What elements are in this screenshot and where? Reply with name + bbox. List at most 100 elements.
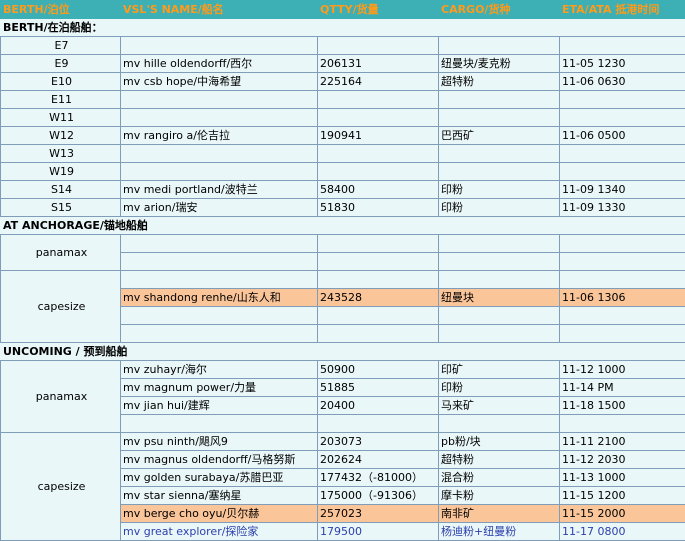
- eta-cell[interactable]: 11-14 PM: [560, 379, 685, 397]
- eta-cell[interactable]: [560, 145, 685, 163]
- qty-cell[interactable]: 179500: [318, 523, 439, 541]
- cargo-cell[interactable]: 南非矿: [439, 505, 560, 523]
- header-vessel[interactable]: VSL'S NAME/船名: [121, 1, 318, 19]
- group-label-panamax[interactable]: panamax: [1, 235, 121, 271]
- vessel-cell[interactable]: [121, 415, 318, 433]
- cargo-cell[interactable]: [439, 91, 560, 109]
- cargo-cell[interactable]: 马来矿: [439, 397, 560, 415]
- vessel-cell[interactable]: [121, 325, 318, 343]
- cargo-cell[interactable]: 印粉: [439, 181, 560, 199]
- qty-cell[interactable]: [318, 271, 439, 289]
- vessel-cell[interactable]: mv medi portland/波特兰: [121, 181, 318, 199]
- qty-cell[interactable]: 257023: [318, 505, 439, 523]
- qty-cell[interactable]: [318, 415, 439, 433]
- qty-cell[interactable]: [318, 235, 439, 253]
- qty-cell[interactable]: 51885: [318, 379, 439, 397]
- cargo-cell[interactable]: [439, 253, 560, 271]
- cargo-cell[interactable]: [439, 325, 560, 343]
- cargo-cell[interactable]: 混合粉: [439, 469, 560, 487]
- vessel-cell[interactable]: mv rangiro a/伦吉拉: [121, 127, 318, 145]
- eta-cell[interactable]: [560, 307, 685, 325]
- eta-cell[interactable]: [560, 163, 685, 181]
- vessel-cell[interactable]: mv jian hui/建辉: [121, 397, 318, 415]
- berth-cell[interactable]: S15: [1, 199, 121, 217]
- qty-cell[interactable]: 206131: [318, 55, 439, 73]
- qty-cell[interactable]: [318, 91, 439, 109]
- qty-cell[interactable]: 203073: [318, 433, 439, 451]
- eta-cell[interactable]: [560, 271, 685, 289]
- vessel-cell[interactable]: [121, 37, 318, 55]
- cargo-cell[interactable]: [439, 415, 560, 433]
- vessel-cell[interactable]: [121, 109, 318, 127]
- cargo-cell[interactable]: 纽曼块/麦克粉: [439, 55, 560, 73]
- eta-cell[interactable]: [560, 253, 685, 271]
- berth-cell[interactable]: W13: [1, 145, 121, 163]
- vessel-cell[interactable]: [121, 253, 318, 271]
- qty-cell[interactable]: [318, 37, 439, 55]
- cargo-cell[interactable]: [439, 235, 560, 253]
- eta-cell[interactable]: [560, 415, 685, 433]
- vessel-cell[interactable]: [121, 163, 318, 181]
- eta-cell[interactable]: 11-11 2100: [560, 433, 685, 451]
- cargo-cell[interactable]: 超特粉: [439, 73, 560, 91]
- eta-cell[interactable]: [560, 37, 685, 55]
- eta-cell[interactable]: 11-15 2000: [560, 505, 685, 523]
- cargo-cell[interactable]: [439, 109, 560, 127]
- eta-cell[interactable]: 11-05 1230: [560, 55, 685, 73]
- qty-cell[interactable]: [318, 163, 439, 181]
- qty-cell[interactable]: 50900: [318, 361, 439, 379]
- vessel-cell[interactable]: mv magnum power/力量: [121, 379, 318, 397]
- group-label-capesize[interactable]: capesize: [1, 433, 121, 541]
- eta-cell[interactable]: 11-06 0630: [560, 73, 685, 91]
- berth-cell[interactable]: W19: [1, 163, 121, 181]
- header-qty[interactable]: QTTY/货量: [318, 1, 439, 19]
- eta-cell[interactable]: 11-12 1000: [560, 361, 685, 379]
- qty-cell[interactable]: 58400: [318, 181, 439, 199]
- eta-cell[interactable]: 11-09 1340: [560, 181, 685, 199]
- qty-cell[interactable]: 20400: [318, 397, 439, 415]
- cargo-cell[interactable]: [439, 145, 560, 163]
- vessel-cell[interactable]: [121, 235, 318, 253]
- cargo-cell[interactable]: [439, 163, 560, 181]
- vessel-cell[interactable]: mv golden surabaya/苏腊巴亚: [121, 469, 318, 487]
- eta-cell[interactable]: 11-18 1500: [560, 397, 685, 415]
- qty-cell[interactable]: 175000（-91306）: [318, 487, 439, 505]
- eta-cell[interactable]: 11-09 1330: [560, 199, 685, 217]
- qty-cell[interactable]: [318, 145, 439, 163]
- berth-cell[interactable]: E9: [1, 55, 121, 73]
- vessel-cell[interactable]: mv hille oldendorff/西尔: [121, 55, 318, 73]
- cargo-cell[interactable]: 印粉: [439, 379, 560, 397]
- berth-cell[interactable]: E7: [1, 37, 121, 55]
- eta-cell[interactable]: [560, 235, 685, 253]
- qty-cell[interactable]: [318, 253, 439, 271]
- berth-cell[interactable]: W12: [1, 127, 121, 145]
- berth-cell[interactable]: E11: [1, 91, 121, 109]
- vessel-cell[interactable]: mv zuhayr/海尔: [121, 361, 318, 379]
- qty-cell[interactable]: 190941: [318, 127, 439, 145]
- cargo-cell[interactable]: 摩卡粉: [439, 487, 560, 505]
- header-eta[interactable]: ETA/ATA 抵港时间: [560, 1, 685, 19]
- vessel-cell[interactable]: [121, 145, 318, 163]
- group-label-capesize[interactable]: capesize: [1, 271, 121, 343]
- berth-cell[interactable]: S14: [1, 181, 121, 199]
- eta-cell[interactable]: 11-13 1000: [560, 469, 685, 487]
- cargo-cell[interactable]: pb粉/块: [439, 433, 560, 451]
- cargo-cell[interactable]: 印矿: [439, 361, 560, 379]
- eta-cell[interactable]: 11-17 0800: [560, 523, 685, 541]
- vessel-cell[interactable]: [121, 307, 318, 325]
- header-cargo[interactable]: CARGO/货种: [439, 1, 560, 19]
- header-berth[interactable]: BERTH/泊位: [1, 1, 121, 19]
- vessel-cell[interactable]: mv berge cho oyu/贝尔赫: [121, 505, 318, 523]
- eta-cell[interactable]: 11-06 1306: [560, 289, 685, 307]
- qty-cell[interactable]: 243528: [318, 289, 439, 307]
- qty-cell[interactable]: [318, 109, 439, 127]
- eta-cell[interactable]: 11-12 2030: [560, 451, 685, 469]
- vessel-cell[interactable]: [121, 91, 318, 109]
- eta-cell[interactable]: [560, 109, 685, 127]
- vessel-cell[interactable]: mv great explorer/探险家: [121, 523, 318, 541]
- cargo-cell[interactable]: 印粉: [439, 199, 560, 217]
- vessel-cell[interactable]: mv psu ninth/飓风9: [121, 433, 318, 451]
- cargo-cell[interactable]: 杨迪粉+纽曼粉: [439, 523, 560, 541]
- group-label-panamax[interactable]: panamax: [1, 361, 121, 433]
- vessel-cell[interactable]: mv shandong renhe/山东人和: [121, 289, 318, 307]
